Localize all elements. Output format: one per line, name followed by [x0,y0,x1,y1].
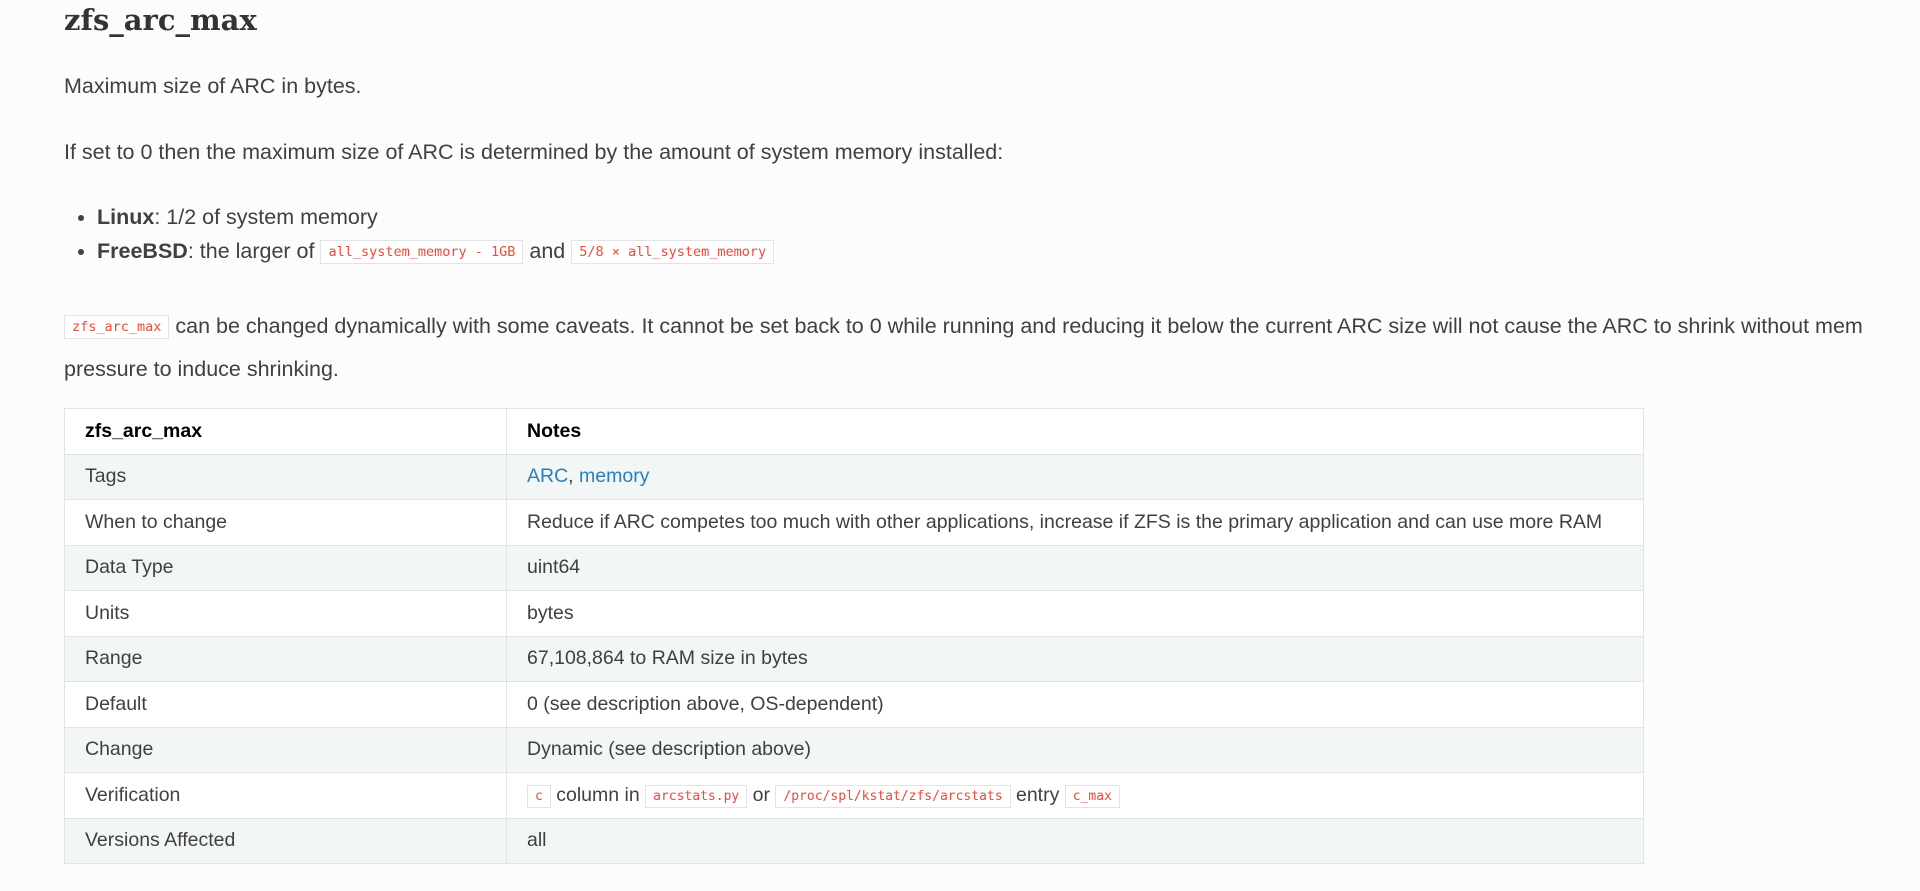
code-five-eighths-memory: 5/8 × all_system_memory [571,240,775,264]
table-header-notes: Notes [506,408,1644,455]
row-label-units: Units [64,590,507,637]
tag-separator: , [568,465,580,488]
table-header-param: zfs_arc_max [64,408,507,455]
table-row: Default 0 (see description above, OS-dep… [64,681,1644,728]
table-row: Versions Affected all [64,817,1644,864]
documentation-page: zfs_arc_max Maximum size of ARC in bytes… [0,0,1920,891]
list-item-linux: Linux: 1/2 of system memory [97,200,774,234]
row-label-data-type: Data Type [64,544,507,591]
verification-text-2: or [747,783,776,806]
linux-label: Linux [97,205,155,229]
tag-link-memory[interactable]: memory [579,465,649,487]
section-title: zfs_arc_max [64,3,257,37]
row-value-tags: ARC, memory [506,453,1644,500]
row-value-default: 0 (see description above, OS-dependent) [506,681,1644,728]
row-value-units: bytes [506,590,1644,637]
caveat-text-line2: pressure to induce shrinking. [64,357,339,381]
code-c-max: c_max [1064,784,1120,808]
table-row: Verification c column in arcstats.py or … [64,772,1644,819]
row-value-when-to-change: Reduce if ARC competes too much with oth… [506,499,1644,546]
row-label-when-to-change: When to change [64,499,507,546]
verification-text-3: entry [1010,783,1065,806]
row-value-change: Dynamic (see description above) [506,726,1644,773]
caveat-paragraph: zfs_arc_max can be changed dynamically w… [64,305,1863,390]
main-content: zfs_arc_max Maximum size of ARC in bytes… [64,0,1920,864]
row-label-default: Default [64,681,507,728]
row-label-change: Change [64,726,507,773]
table-row: Range 67,108,864 to RAM size in bytes [64,635,1644,682]
table-row: Units bytes [64,590,1644,637]
table-header-row: zfs_arc_max Notes [64,408,1644,455]
code-proc-arcstats-path: /proc/spl/kstat/zfs/arcstats [775,784,1011,808]
row-value-verification: c column in arcstats.py or /proc/spl/kst… [506,772,1644,819]
row-label-versions-affected: Versions Affected [64,817,507,864]
freebsd-text-before: : the larger of [187,239,321,263]
row-label-verification: Verification [64,772,507,819]
code-arcstats-py: arcstats.py [645,784,748,808]
row-label-range: Range [64,635,507,682]
freebsd-text-mid: and [523,239,572,263]
code-all-system-memory-minus-1gb: all_system_memory - 1GB [320,240,524,264]
table-row: Change Dynamic (see description above) [64,726,1644,773]
parameter-table: zfs_arc_max Notes Tags ARC, memory When … [64,408,1644,864]
caveat-text-line1: can be changed dynamically with some cav… [169,314,1863,338]
tag-link-arc[interactable]: ARC [527,465,568,487]
code-c: c [527,784,551,808]
row-value-data-type: uint64 [506,544,1644,591]
table-row: Tags ARC, memory [64,453,1644,500]
table-row: When to change Reduce if ARC competes to… [64,499,1644,546]
row-value-range: 67,108,864 to RAM size in bytes [506,635,1644,682]
row-label-tags: Tags [64,453,507,500]
freebsd-label: FreeBSD [97,239,188,263]
linux-text: : 1/2 of system memory [154,205,378,229]
code-zfs-arc-max: zfs_arc_max [64,315,170,339]
memory-paragraph: If set to 0 then the maximum size of ARC… [64,140,1004,164]
list-item-freebsd: FreeBSD: the larger of all_system_memory… [97,234,775,269]
os-bullet-list: Linux: 1/2 of system memory FreeBSD: the… [64,200,775,269]
verification-text-1: column in [550,783,646,806]
row-value-versions-affected: all [506,817,1644,864]
table-row: Data Type uint64 [64,544,1644,591]
description-paragraph: Maximum size of ARC in bytes. [64,74,362,98]
